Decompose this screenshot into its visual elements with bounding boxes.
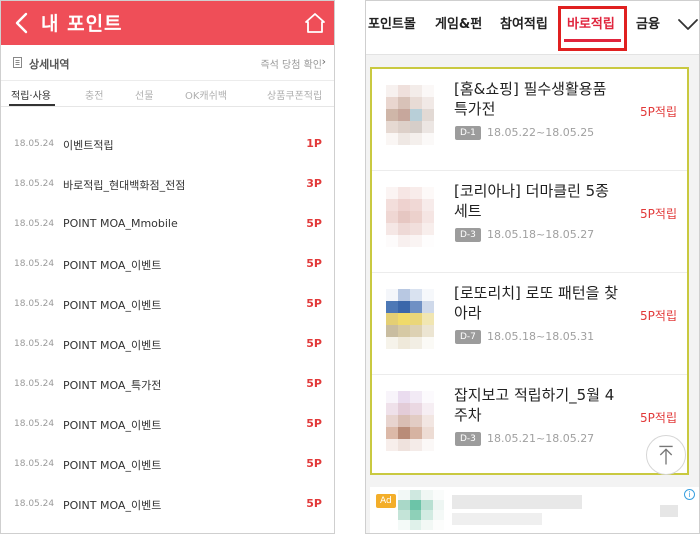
detail-bar: 상세내역 즉석 당첨 확인 › bbox=[1, 45, 334, 81]
tab-point-mall[interactable]: 포인트몰 bbox=[368, 13, 416, 32]
ad-text-blurred bbox=[452, 513, 542, 525]
tab-finance[interactable]: 금융 bbox=[636, 13, 660, 32]
ad-text-blurred bbox=[452, 495, 582, 509]
deal-points: 5P적립 bbox=[640, 207, 677, 221]
transaction-name: POINT MOA_이벤트 bbox=[63, 459, 162, 472]
tab-gift[interactable]: 선물 bbox=[135, 87, 153, 102]
tab-earn-use[interactable]: 적립·사용 bbox=[11, 87, 51, 102]
point-mall-panel: 포인트몰 게임&펀 참여적립 바로적립 금융 [홈&쇼핑] 필수생활용품 특가전… bbox=[365, 0, 700, 534]
transaction-points: 5P bbox=[306, 337, 322, 350]
transaction-date: 18.05.24 bbox=[14, 379, 55, 389]
transaction-list: 18.05.24 이벤트적립 1P 18.05.24 바로적립_현대백화점_전점… bbox=[1, 107, 334, 533]
list-item[interactable]: 18.05.24 이벤트적립 1P bbox=[1, 125, 334, 165]
transaction-name: POINT MOA_이벤트 bbox=[63, 499, 162, 512]
ad-banner[interactable]: Ad i bbox=[370, 487, 699, 533]
arrow-up-icon[interactable] bbox=[646, 435, 686, 475]
deal-period: 18.05.22~18.05.25 bbox=[487, 126, 595, 139]
transaction-name: 이벤트적립 bbox=[63, 139, 114, 152]
transaction-date: 18.05.24 bbox=[14, 499, 55, 509]
deal-item[interactable]: [로또리치] 로또 패턴을 찾아라 D-7 18.05.18~18.05.31 … bbox=[372, 273, 687, 375]
dday-badge: D-3 bbox=[455, 432, 481, 446]
deal-thumbnail bbox=[386, 289, 434, 349]
transaction-points: 3P bbox=[306, 177, 322, 190]
deal-points: 5P적립 bbox=[640, 309, 677, 323]
deal-period: 18.05.18~18.05.31 bbox=[487, 330, 595, 343]
deal-period: 18.05.21~18.05.27 bbox=[487, 432, 595, 445]
transaction-name: POINT MOA_Mmobile bbox=[63, 217, 178, 230]
tab-ok-cashbag[interactable]: OK캐쉬백 bbox=[185, 87, 227, 102]
transaction-points: 5P bbox=[306, 497, 322, 510]
dday-badge: D-7 bbox=[455, 330, 481, 344]
tab-coupon-earn[interactable]: 상품쿠폰적립 bbox=[267, 87, 322, 102]
chevron-right-icon: › bbox=[321, 55, 326, 68]
dday-badge: D-1 bbox=[455, 126, 481, 140]
transaction-date: 18.05.24 bbox=[14, 459, 55, 469]
history-tabs: 적립·사용 충전 선물 OK캐쉬백 상품쿠폰적립 bbox=[1, 81, 334, 107]
ad-badge: Ad bbox=[376, 494, 396, 508]
transaction-name: POINT MOA_이벤트 bbox=[63, 419, 162, 432]
transaction-name: 바로적립_현대백화점_전점 bbox=[63, 179, 186, 192]
deal-title: 잡지보고 적립하기_5월 4주차 bbox=[454, 386, 615, 424]
chevron-left-icon[interactable] bbox=[11, 11, 33, 35]
detail-label: 상세내역 bbox=[29, 58, 70, 71]
list-item[interactable]: 18.05.24 POINT MOA_이벤트 5P bbox=[1, 445, 334, 485]
transaction-date: 18.05.24 bbox=[14, 179, 55, 189]
transaction-date: 18.05.24 bbox=[14, 139, 55, 149]
transaction-points: 1P bbox=[306, 137, 322, 150]
deal-title: [로또리치] 로또 패턴을 찾아라 bbox=[454, 284, 619, 322]
ad-image bbox=[398, 490, 444, 530]
active-tab-indicator bbox=[9, 104, 55, 106]
list-item[interactable]: 18.05.24 POINT MOA_특가전 5P bbox=[1, 365, 334, 405]
transaction-name: POINT MOA_특가전 bbox=[63, 379, 162, 392]
deal-title: [홈&쇼핑] 필수생활용품 특가전 bbox=[454, 80, 607, 118]
category-nav: 포인트몰 게임&펀 참여적립 바로적립 금융 bbox=[366, 1, 699, 55]
list-item[interactable]: 18.05.24 POINT MOA_이벤트 5P bbox=[1, 325, 334, 365]
deal-item[interactable]: 잡지보고 적립하기_5월 4주차 D-3 18.05.21~18.05.27 5… bbox=[372, 375, 687, 477]
deal-period: 18.05.18~18.05.27 bbox=[487, 228, 595, 241]
dday-badge: D-3 bbox=[455, 228, 481, 242]
deal-list: [홈&쇼핑] 필수생활용품 특가전 D-1 18.05.22~18.05.25 … bbox=[370, 67, 689, 475]
ad-cta-blurred bbox=[660, 505, 678, 517]
list-item[interactable]: 18.05.24 POINT MOA_이벤트 5P bbox=[1, 285, 334, 325]
document-icon bbox=[13, 57, 22, 68]
info-icon[interactable]: i bbox=[684, 489, 695, 500]
list-item[interactable]: 18.05.24 바로적립_현대백화점_전점 3P bbox=[1, 165, 334, 205]
app-header: 내 포인트 bbox=[1, 1, 334, 45]
list-item[interactable]: 18.05.24 POINT MOA_이벤트 5P bbox=[1, 245, 334, 285]
transaction-date: 18.05.24 bbox=[14, 219, 55, 229]
transaction-name: POINT MOA_이벤트 bbox=[63, 339, 162, 352]
transaction-points: 5P bbox=[306, 297, 322, 310]
tab-highlight-box bbox=[558, 6, 627, 51]
transaction-date: 18.05.24 bbox=[14, 419, 55, 429]
tab-participate-earn[interactable]: 참여적립 bbox=[500, 13, 548, 32]
instant-win-check-link[interactable]: 즉석 당첨 확인 bbox=[260, 56, 322, 71]
page-title: 내 포인트 bbox=[41, 13, 123, 35]
transaction-date: 18.05.24 bbox=[14, 259, 55, 269]
transaction-points: 5P bbox=[306, 377, 322, 390]
deal-points: 5P적립 bbox=[640, 105, 677, 119]
deal-thumbnail bbox=[386, 391, 434, 451]
chevron-down-icon[interactable] bbox=[677, 13, 699, 35]
list-item[interactable]: 18.05.24 POINT MOA_이벤트 5P bbox=[1, 405, 334, 445]
deal-thumbnail bbox=[386, 85, 434, 145]
deal-thumbnail bbox=[386, 187, 434, 247]
deal-item[interactable]: [코리아나] 더마클린 5종 세트 D-3 18.05.18~18.05.27 … bbox=[372, 171, 687, 273]
deal-title: [코리아나] 더마클린 5종 세트 bbox=[454, 182, 609, 220]
home-icon[interactable] bbox=[304, 12, 326, 34]
transaction-date: 18.05.24 bbox=[14, 339, 55, 349]
transaction-points: 5P bbox=[306, 457, 322, 470]
transaction-name: POINT MOA_이벤트 bbox=[63, 259, 162, 272]
my-points-panel: 내 포인트 상세내역 즉석 당첨 확인 › 적립·사용 충전 선물 OK캐쉬백 … bbox=[0, 0, 335, 534]
tab-charge[interactable]: 충전 bbox=[85, 87, 103, 102]
deal-item[interactable]: [홈&쇼핑] 필수생활용품 특가전 D-1 18.05.22~18.05.25 … bbox=[372, 69, 687, 171]
list-item[interactable]: 18.05.24 POINT MOA_이벤트 5P bbox=[1, 485, 334, 525]
transaction-name: POINT MOA_이벤트 bbox=[63, 299, 162, 312]
transaction-points: 5P bbox=[306, 217, 322, 230]
deal-points: 5P적립 bbox=[640, 411, 677, 425]
transaction-points: 5P bbox=[306, 417, 322, 430]
list-item[interactable]: 18.05.24 POINT MOA_Mmobile 5P bbox=[1, 205, 334, 245]
transaction-date: 18.05.24 bbox=[14, 299, 55, 309]
tab-game-fun[interactable]: 게임&펀 bbox=[435, 13, 482, 32]
transaction-points: 5P bbox=[306, 257, 322, 270]
